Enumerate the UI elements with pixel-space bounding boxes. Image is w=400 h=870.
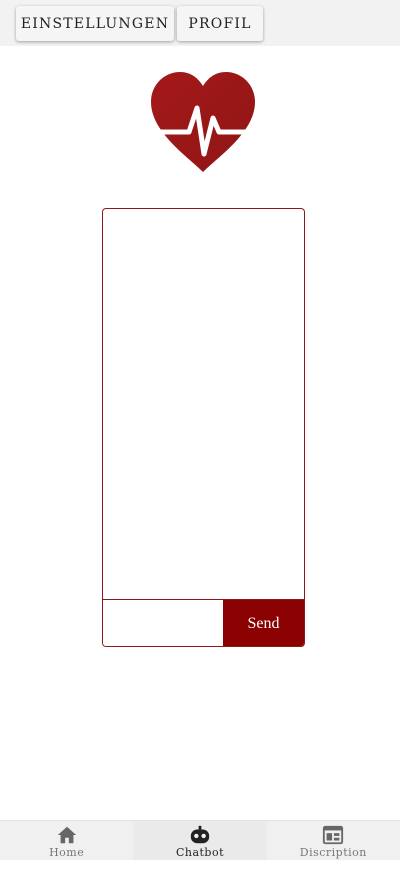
send-button[interactable]: Send xyxy=(223,600,304,646)
bottom-navigation: Home Chatbot Discription xyxy=(0,820,400,860)
nav-chatbot-label: Chatbot xyxy=(175,846,225,859)
nav-discription-label: Discription xyxy=(299,846,367,859)
nav-chatbot[interactable]: Chatbot xyxy=(133,821,267,860)
nav-home[interactable]: Home xyxy=(0,821,133,860)
calendar-icon xyxy=(323,825,344,845)
chat-messages[interactable] xyxy=(103,209,304,599)
home-icon xyxy=(57,826,76,844)
nav-home-label: Home xyxy=(49,846,85,859)
nav-discription[interactable]: Discription xyxy=(267,821,400,860)
settings-button[interactable]: EINSTELLUNGEN xyxy=(16,6,174,41)
chat-input-row: Send xyxy=(103,599,304,646)
robot-icon xyxy=(190,825,210,844)
heart-pulse-icon xyxy=(147,70,259,174)
chat-panel: Send xyxy=(102,208,305,647)
top-bar: EINSTELLUNGEN PROFIL xyxy=(0,0,400,46)
chat-message-input[interactable] xyxy=(103,600,223,646)
profile-button[interactable]: PROFIL xyxy=(177,6,263,41)
